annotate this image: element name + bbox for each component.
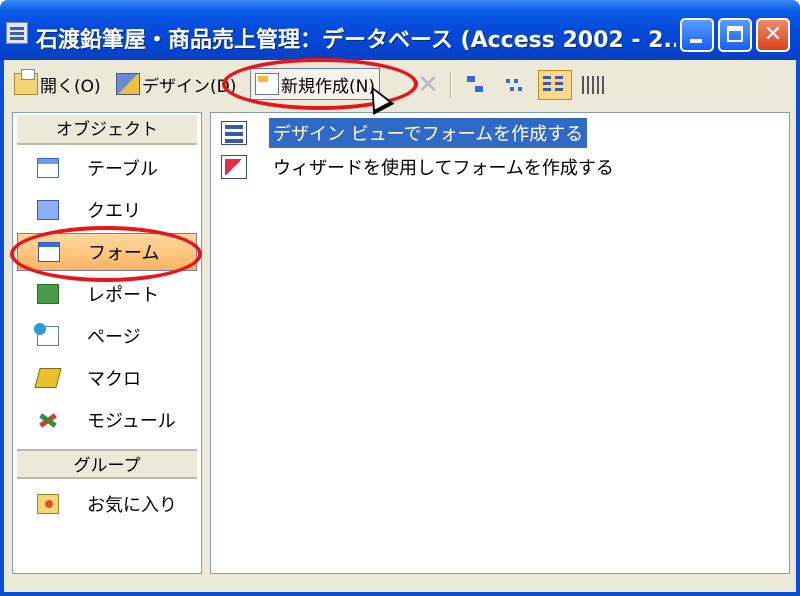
toolbar-separator: [450, 72, 452, 98]
object-macros[interactable]: マクロ: [17, 359, 197, 397]
small-icons-view-icon[interactable]: [502, 74, 528, 96]
favorites-folder-icon: [37, 494, 59, 514]
objects-header[interactable]: オブジェクト: [17, 115, 197, 145]
object-queries-label: クエリ: [87, 201, 141, 222]
delete-icon[interactable]: ✕: [416, 72, 440, 98]
query-icon: [37, 200, 59, 220]
open-button[interactable]: 開く(O): [14, 68, 101, 100]
list-item-design-view[interactable]: デザイン ビューでフォームを作成する: [221, 118, 588, 148]
form-icon: [38, 242, 60, 262]
design-view-icon: [221, 121, 247, 145]
object-reports-label: レポート: [87, 285, 159, 306]
object-forms[interactable]: フォーム: [17, 233, 197, 271]
list-item-design-view-label: デザイン ビューでフォームを作成する: [269, 118, 588, 148]
database-toolbar: 開く(O) デザイン(D) 新規作成(N) ✕: [12, 64, 792, 106]
minimize-button[interactable]: [680, 18, 714, 52]
page-icon: [34, 323, 59, 346]
group-favorites-label: お気に入り: [87, 495, 177, 516]
list-item-wizard[interactable]: ウィザードを使用してフォームを作成する: [221, 153, 618, 181]
maximize-button[interactable]: [718, 18, 752, 52]
objects-bar: オブジェクト テーブル クエリ フォーム レポート ページ マクロ モジュール: [12, 112, 202, 574]
open-button-label: 開く(O): [40, 76, 101, 97]
group-favorites[interactable]: お気に入り: [17, 485, 197, 523]
maximize-icon: [727, 26, 743, 42]
object-reports[interactable]: レポート: [17, 275, 197, 313]
design-icon: [116, 73, 140, 95]
object-macros-label: マクロ: [87, 369, 141, 390]
module-icon: [37, 410, 59, 430]
list-view-icon[interactable]: [538, 70, 572, 100]
database-window-icon[interactable]: [6, 22, 28, 44]
groups-header[interactable]: グループ: [17, 449, 197, 479]
new-object-icon: [255, 73, 279, 95]
close-icon: ✕: [763, 22, 783, 47]
table-icon: [37, 158, 59, 178]
object-tables-label: テーブル: [87, 159, 158, 180]
database-window: 石渡鉛筆屋・商品売上管理：データベース (Access 2002 - 2... …: [0, 0, 800, 596]
minimize-icon: [690, 39, 702, 43]
object-pages[interactable]: ページ: [17, 317, 197, 355]
title-bar[interactable]: 石渡鉛筆屋・商品売上管理：データベース (Access 2002 - 2... …: [0, 0, 800, 60]
list-item-wizard-label: ウィザードを使用してフォームを作成する: [273, 158, 614, 179]
report-icon: [37, 284, 59, 304]
design-button-label: デザイン(D): [142, 76, 237, 97]
object-modules[interactable]: モジュール: [17, 401, 197, 439]
object-list: デザイン ビューでフォームを作成する ウィザードを使用してフォームを作成する: [210, 112, 790, 574]
details-view-icon[interactable]: [580, 74, 606, 96]
object-pages-label: ページ: [87, 327, 141, 348]
open-icon: [14, 69, 38, 95]
close-button[interactable]: ✕: [756, 18, 790, 52]
large-icons-view-icon[interactable]: [464, 74, 490, 96]
object-forms-label: フォーム: [88, 243, 160, 264]
window-title: 石渡鉛筆屋・商品売上管理：データベース (Access 2002 - 2...: [36, 28, 676, 52]
object-queries[interactable]: クエリ: [17, 191, 197, 229]
object-modules-label: モジュール: [87, 411, 176, 432]
object-tables[interactable]: テーブル: [17, 149, 197, 187]
design-button[interactable]: デザイン(D): [116, 68, 236, 100]
new-button[interactable]: 新規作成(N): [250, 68, 380, 100]
wizard-icon: [221, 155, 247, 179]
macro-icon: [34, 368, 62, 388]
